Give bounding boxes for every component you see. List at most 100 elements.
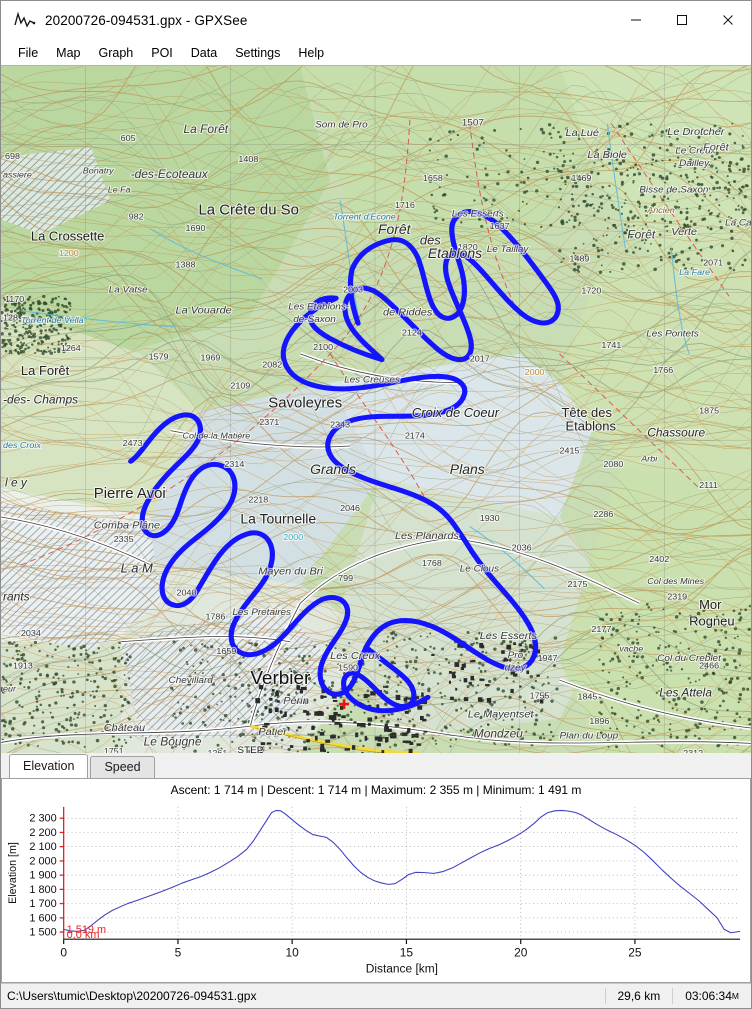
svg-text:de Riddes: de Riddes — [383, 307, 433, 319]
svg-text:Les Attela: Les Attela — [659, 687, 712, 700]
svg-text:Château: Château — [104, 722, 145, 734]
svg-text:-des-Ecoteaux: -des-Ecoteaux — [131, 168, 209, 181]
svg-text:1768: 1768 — [422, 558, 442, 568]
svg-text:1741: 1741 — [601, 340, 621, 350]
svg-text:2319: 2319 — [667, 592, 687, 602]
svg-text:vache: vache — [619, 643, 643, 653]
svg-text:1716: 1716 — [395, 200, 415, 210]
svg-text:La Crossette: La Crossette — [31, 229, 104, 244]
svg-text:La Vatse: La Vatse — [109, 285, 148, 296]
menu-settings[interactable]: Settings — [226, 43, 289, 63]
svg-text:2175: 2175 — [567, 579, 587, 589]
svg-text:1766: 1766 — [653, 365, 673, 375]
svg-text:Forêt: Forêt — [627, 229, 656, 242]
menu-map[interactable]: Map — [47, 43, 89, 63]
menu-graph[interactable]: Graph — [89, 43, 142, 63]
svg-text:1690: 1690 — [186, 223, 206, 233]
svg-text:Comba Plâne: Comba Plâne — [94, 520, 160, 532]
elevation-chart[interactable]: 1 500 1 600 1 700 1 800 1 900 2 000 2 100 2 200… — [2, 801, 750, 982]
svg-text:2017: 2017 — [470, 354, 490, 364]
close-button[interactable] — [705, 1, 751, 39]
gpxsee-window: 20200726-094531.gpx - GPXSee File Map Gr… — [0, 0, 752, 1009]
svg-text:Arbi: Arbi — [640, 453, 658, 463]
svg-text:Torrent d'Econe: Torrent d'Econe — [333, 212, 396, 222]
svg-text:Bonatry: Bonatry — [83, 166, 115, 176]
svg-text:1388: 1388 — [176, 260, 196, 270]
svg-text:La Forêt: La Forêt — [21, 363, 70, 378]
menu-file[interactable]: File — [9, 43, 47, 63]
svg-text:799: 799 — [338, 573, 353, 583]
svg-text:1875: 1875 — [699, 405, 719, 415]
svg-text:eur: eur — [3, 684, 17, 694]
window-controls — [613, 1, 751, 39]
svg-text:1930: 1930 — [480, 513, 500, 523]
maximize-button[interactable] — [659, 1, 705, 39]
svg-text:2124: 2124 — [402, 328, 422, 338]
svg-text:1507: 1507 — [462, 118, 484, 129]
svg-text:2000: 2000 — [525, 367, 545, 377]
menu-data[interactable]: Data — [182, 43, 226, 63]
svg-text:2335: 2335 — [114, 534, 134, 544]
svg-text:Bisse de Saxon: Bisse de Saxon — [639, 185, 708, 196]
svg-text:0: 0 — [60, 946, 67, 960]
svg-text:Pro: Pro — [508, 650, 524, 661]
status-distance: 29,6 km — [604, 988, 673, 1004]
svg-text:1 800: 1 800 — [29, 884, 56, 896]
svg-text:605: 605 — [121, 133, 136, 143]
svg-text:Croix de Coeur: Croix de Coeur — [412, 405, 500, 420]
menu-bar: File Map Graph POI Data Settings Help — [1, 40, 751, 65]
svg-text:des Croix: des Croix — [3, 440, 41, 450]
status-time-value: 03:06:34 — [685, 989, 732, 1003]
svg-text:20: 20 — [514, 946, 528, 960]
svg-text:Distance [km]: Distance [km] — [366, 961, 438, 975]
svg-text:2312: 2312 — [683, 748, 703, 753]
svg-text:Les Planards: Les Planards — [395, 530, 460, 542]
svg-text:0,0 km: 0,0 km — [67, 929, 100, 941]
svg-text:La Vouarde: La Vouarde — [176, 305, 232, 317]
svg-text:Elevation [m]: Elevation [m] — [7, 842, 19, 904]
svg-text:1200: 1200 — [59, 248, 79, 258]
svg-text:Som de Pro: Som de Pro — [315, 120, 368, 131]
svg-text:Les Esserts: Les Esserts — [480, 630, 538, 642]
svg-text:1659: 1659 — [216, 646, 236, 656]
svg-text:Verte: Verte — [671, 226, 697, 238]
status-time-suffix: M — [731, 991, 739, 1001]
minimize-button[interactable] — [613, 1, 659, 39]
svg-text:2071: 2071 — [703, 258, 723, 268]
svg-text:Le Fa: Le Fa — [108, 185, 131, 195]
svg-text:Les Esserts: Les Esserts — [452, 209, 504, 220]
svg-text:Les Creux: Les Creux — [330, 650, 381, 662]
svg-text:Rogneu: Rogneu — [689, 614, 734, 629]
tab-speed[interactable]: Speed — [90, 756, 155, 778]
menu-poi[interactable]: POI — [142, 43, 182, 63]
svg-text:l e y: l e y — [5, 476, 28, 489]
svg-text:2174: 2174 — [405, 430, 425, 440]
svg-text:15: 15 — [400, 946, 414, 960]
svg-text:La Ca: La Ca — [725, 217, 751, 228]
topo-map-canvas[interactable]: La ForêtLa Forêt Som de ProSom de Pro 1507… — [1, 66, 751, 753]
svg-text:Le Taillay: Le Taillay — [487, 244, 530, 255]
menu-help[interactable]: Help — [289, 43, 333, 63]
graph-tabs: Elevation Speed — [1, 753, 751, 778]
status-bar: C:\Users\tumic\Desktop\20200726-094531.g… — [1, 983, 751, 1008]
map-view[interactable]: La Forêt La Forêt Som de Pro Som de Pro 1507… — [1, 65, 751, 753]
svg-text:Le Drotcher: Le Drotcher — [667, 126, 725, 138]
svg-text:de-Saxon: de-Saxon — [293, 314, 336, 325]
elevation-chart-canvas[interactable]: 1 500 1 600 1 700 1 800 1 900 2 000 2 100 2 200… — [2, 801, 750, 982]
svg-text:Les Creuses: Les Creuses — [344, 375, 400, 386]
svg-text:1786: 1786 — [205, 612, 225, 622]
svg-text:2082: 2082 — [262, 359, 282, 369]
svg-text:1 500: 1 500 — [29, 927, 56, 939]
svg-text:1579: 1579 — [149, 352, 169, 362]
svg-text:1637: 1637 — [490, 221, 510, 231]
svg-text:2003: 2003 — [343, 285, 363, 295]
svg-text:Le Mayentset: Le Mayentset — [468, 709, 535, 721]
title-bar: 20200726-094531.gpx - GPXSee — [1, 1, 751, 40]
svg-text:Forêt: Forêt — [378, 222, 412, 237]
svg-text:Périn: Périn — [283, 695, 309, 707]
svg-text:1590: 1590 — [338, 663, 358, 673]
svg-text:Col de la Matière: Col de la Matière — [183, 430, 251, 440]
tab-elevation[interactable]: Elevation — [9, 754, 89, 778]
svg-text:25: 25 — [628, 946, 642, 960]
svg-text:2415: 2415 — [560, 446, 580, 456]
